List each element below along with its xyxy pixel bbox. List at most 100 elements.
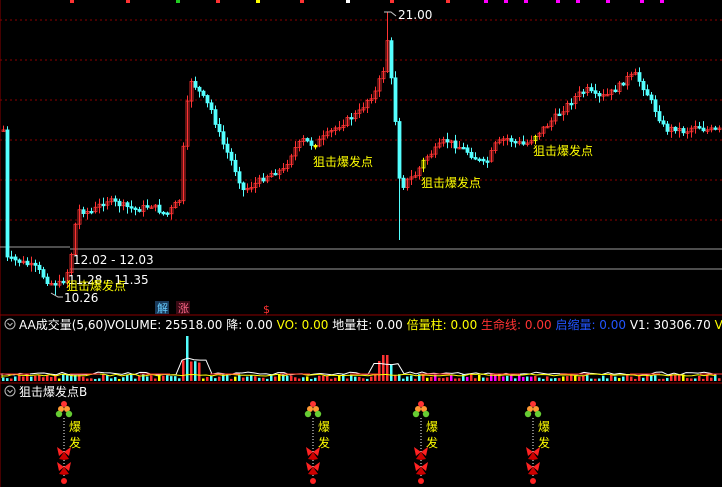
volume-bar <box>126 374 129 381</box>
candle-body <box>569 102 574 106</box>
volume-bar <box>346 378 349 381</box>
candle <box>293 141 298 161</box>
candle <box>421 157 426 173</box>
volume-bar <box>138 376 141 381</box>
candle <box>173 200 178 209</box>
candle-body <box>653 99 658 112</box>
candle <box>525 139 530 147</box>
candle-body <box>241 182 246 191</box>
volume-bar <box>674 375 677 381</box>
volume-indicator-name[interactable]: AA成交量(5,60) <box>19 317 108 332</box>
volume-bar <box>470 374 473 381</box>
candle <box>365 98 370 113</box>
volume-bar <box>146 376 149 381</box>
volume-bar <box>350 374 353 381</box>
candle <box>93 201 98 214</box>
signal-panel-markers: 爆发爆发爆发爆发 <box>55 401 550 484</box>
top-marker <box>300 0 304 3</box>
candle <box>349 112 354 126</box>
volume-field: 倍量柱: 0.00 <box>403 317 477 332</box>
candle <box>573 93 578 110</box>
candle <box>145 199 150 210</box>
volume-bar <box>426 377 429 381</box>
volume-bar <box>606 378 609 381</box>
volume-bar <box>118 378 121 381</box>
candle <box>217 118 222 137</box>
volume-bar <box>502 376 505 381</box>
candle-body <box>45 276 50 285</box>
candle <box>605 88 610 97</box>
collapse-icon[interactable] <box>4 318 16 330</box>
volume-series <box>0 336 722 381</box>
volume-bar <box>542 378 545 381</box>
dollar-marker[interactable]: $ <box>263 303 270 316</box>
top-marker <box>524 0 528 3</box>
candle-body <box>145 205 150 208</box>
candle <box>481 156 486 165</box>
candle <box>485 156 490 168</box>
volume-bar <box>590 378 593 381</box>
volume-bar <box>630 376 633 381</box>
fruit-icon <box>310 401 316 407</box>
candle <box>589 83 594 94</box>
volume-field: VOLUME: 25518.00 <box>107 318 222 332</box>
candle-body <box>213 109 218 125</box>
volume-bar <box>534 376 537 381</box>
candle <box>37 261 42 274</box>
candle-body <box>129 206 134 209</box>
candle-body <box>593 90 598 94</box>
drop-icon <box>530 478 536 484</box>
volume-bar <box>522 376 525 381</box>
candle <box>21 256 26 265</box>
volume-bar <box>566 376 569 381</box>
signal-text-top: 爆 <box>69 420 81 434</box>
volume-bar <box>170 376 173 381</box>
candle-body <box>205 95 210 104</box>
volume-bar <box>86 378 89 381</box>
candle <box>361 102 366 113</box>
candle-body <box>33 262 38 266</box>
candle <box>381 67 386 83</box>
candle <box>453 134 458 154</box>
candle <box>709 124 714 133</box>
signal-text-top: 爆 <box>426 420 438 434</box>
volume-bar <box>246 376 249 381</box>
candle-body <box>589 87 594 92</box>
candle <box>73 222 78 256</box>
volume-bar <box>574 375 577 381</box>
jie-marker[interactable]: 解 <box>155 301 169 315</box>
zhang-marker[interactable]: 涨 <box>176 301 190 315</box>
candle <box>673 126 678 134</box>
volume-bar <box>686 378 689 381</box>
candle <box>81 206 86 218</box>
volume-bar <box>314 377 317 381</box>
candle <box>585 83 590 96</box>
fruit-icon <box>422 410 430 418</box>
candle <box>249 181 254 193</box>
volume-bar <box>114 377 117 381</box>
candle <box>705 126 710 134</box>
volume-bar <box>710 377 713 381</box>
candle <box>89 207 94 215</box>
volume-bar <box>6 378 9 381</box>
candle <box>341 119 346 132</box>
candle <box>713 125 718 131</box>
candle <box>213 105 218 128</box>
candle <box>321 130 326 146</box>
volume-bar <box>454 378 457 381</box>
volume-bar <box>30 376 33 381</box>
signal-indicator-name[interactable]: 狙击爆发点B <box>19 384 87 399</box>
candle <box>397 117 402 240</box>
top-marker <box>606 0 610 3</box>
candle-body <box>581 91 586 94</box>
candle <box>281 162 286 173</box>
volume-bar <box>98 378 101 381</box>
collapse-icon[interactable] <box>4 385 16 397</box>
volume-bar <box>234 376 237 381</box>
candle-body <box>701 127 706 132</box>
candle-body <box>521 141 526 145</box>
volume-bar <box>262 377 265 381</box>
volume-bar <box>166 375 169 381</box>
chart-canvas: 爆发爆发爆发爆发 21.00 10.26 12.02 - 12.03 11.28… <box>0 0 722 487</box>
candle <box>413 171 418 179</box>
